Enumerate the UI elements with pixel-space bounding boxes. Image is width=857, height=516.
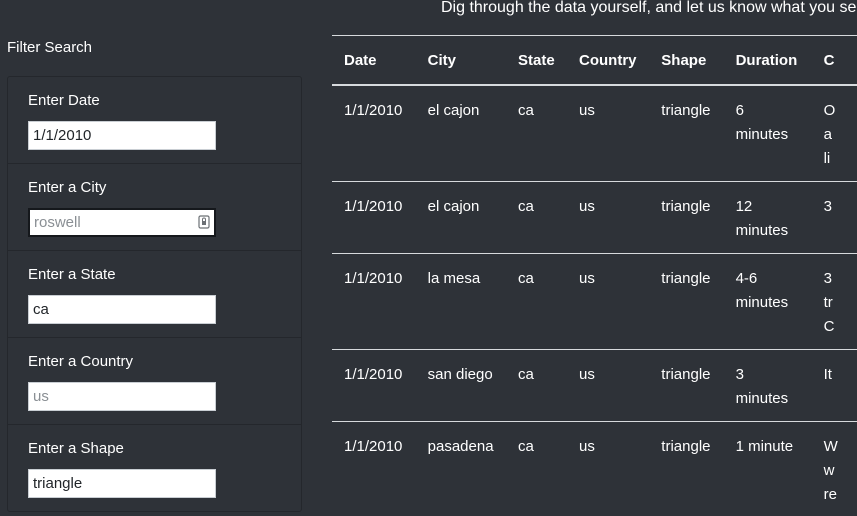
city-input[interactable] <box>28 208 216 237</box>
header-date: Date <box>332 35 416 86</box>
cell-country: us <box>567 421 650 516</box>
filter-state-label: Enter a State <box>28 266 116 283</box>
header-shape: Shape <box>649 35 724 86</box>
cell-date: 1/1/2010 <box>332 181 416 254</box>
cell-comments: O a li <box>811 85 857 182</box>
autofill-lock-icon[interactable] <box>198 215 210 229</box>
cell-shape: triangle <box>649 421 724 516</box>
cell-comments: It <box>811 349 857 422</box>
sidebar-title: Filter Search <box>7 39 93 56</box>
table-header-row: Date City State Country Shape Duration C <box>332 35 857 86</box>
cell-duration: 3 minutes <box>723 349 812 422</box>
cell-comments: 3 <box>811 181 857 254</box>
cell-state: ca <box>506 85 568 182</box>
cell-comments: 3 tr C <box>811 253 857 350</box>
cell-shape: triangle <box>649 349 724 422</box>
ufo-table-container: Date City State Country Shape Duration C… <box>332 35 857 516</box>
cell-duration: 6 minutes <box>723 85 812 182</box>
filter-country-label: Enter a Country <box>28 353 134 370</box>
header-comments: C <box>811 35 857 86</box>
cell-country: us <box>567 349 650 422</box>
cell-duration: 1 minute <box>723 421 812 516</box>
cell-comments: W w re <box>811 421 857 516</box>
cell-shape: triangle <box>649 253 724 350</box>
cell-date: 1/1/2010 <box>332 253 416 350</box>
cell-city: pasadena <box>415 421 507 516</box>
intro-text: Dig through the data yourself, and let u… <box>441 0 857 16</box>
filter-city: Enter a City <box>8 164 301 251</box>
filter-date-label: Enter Date <box>28 92 100 109</box>
cell-city: el cajon <box>415 181 507 254</box>
cell-country: us <box>567 253 650 350</box>
table-body: 1/1/2010 el cajon ca us triangle 6 minutes O a… <box>332 85 857 516</box>
cell-state: ca <box>506 181 568 254</box>
table-row: 1/1/2010 el cajon ca us triangle 6 minutes O a… <box>332 85 857 182</box>
cell-city: san diego <box>415 349 507 422</box>
cell-state: ca <box>506 253 568 350</box>
cell-shape: triangle <box>649 181 724 254</box>
filter-state: Enter a State <box>8 251 301 338</box>
cell-city: la mesa <box>415 253 507 350</box>
country-input[interactable] <box>28 382 216 411</box>
ufo-table: Date City State Country Shape Duration C… <box>332 35 857 516</box>
table-row: 1/1/2010 el cajon ca us triangle 12 minutes 3 <box>332 181 857 254</box>
cell-city: el cajon <box>415 85 507 182</box>
header-duration: Duration <box>723 35 812 86</box>
cell-date: 1/1/2010 <box>332 85 416 182</box>
cell-shape: triangle <box>649 85 724 182</box>
cell-duration: 4-6 minutes <box>723 253 812 350</box>
filter-panel: Enter Date Enter a City Enter a State En… <box>7 76 302 512</box>
filter-shape-label: Enter a Shape <box>28 440 124 457</box>
table-row: 1/1/2010 la mesa ca us triangle 4-6 minutes 3 … <box>332 253 857 350</box>
filter-city-label: Enter a City <box>28 179 107 196</box>
cell-country: us <box>567 85 650 182</box>
table-row: 1/1/2010 san diego ca us triangle 3 minutes It <box>332 349 857 422</box>
table-row: 1/1/2010 pasadena ca us triangle 1 minute W w … <box>332 421 857 516</box>
shape-input[interactable] <box>28 469 216 498</box>
page: Dig through the data yourself, and let u… <box>0 0 857 516</box>
cell-state: ca <box>506 421 568 516</box>
filter-shape: Enter a Shape <box>8 425 301 512</box>
cell-duration: 12 minutes <box>723 181 812 254</box>
state-input[interactable] <box>28 295 216 324</box>
header-city: City <box>415 35 507 86</box>
header-country: Country <box>567 35 650 86</box>
cell-country: us <box>567 181 650 254</box>
cell-date: 1/1/2010 <box>332 421 416 516</box>
header-state: State <box>506 35 568 86</box>
cell-state: ca <box>506 349 568 422</box>
cell-date: 1/1/2010 <box>332 349 416 422</box>
filter-date: Enter Date <box>8 77 301 164</box>
date-input[interactable] <box>28 121 216 150</box>
filter-country: Enter a Country <box>8 338 301 425</box>
